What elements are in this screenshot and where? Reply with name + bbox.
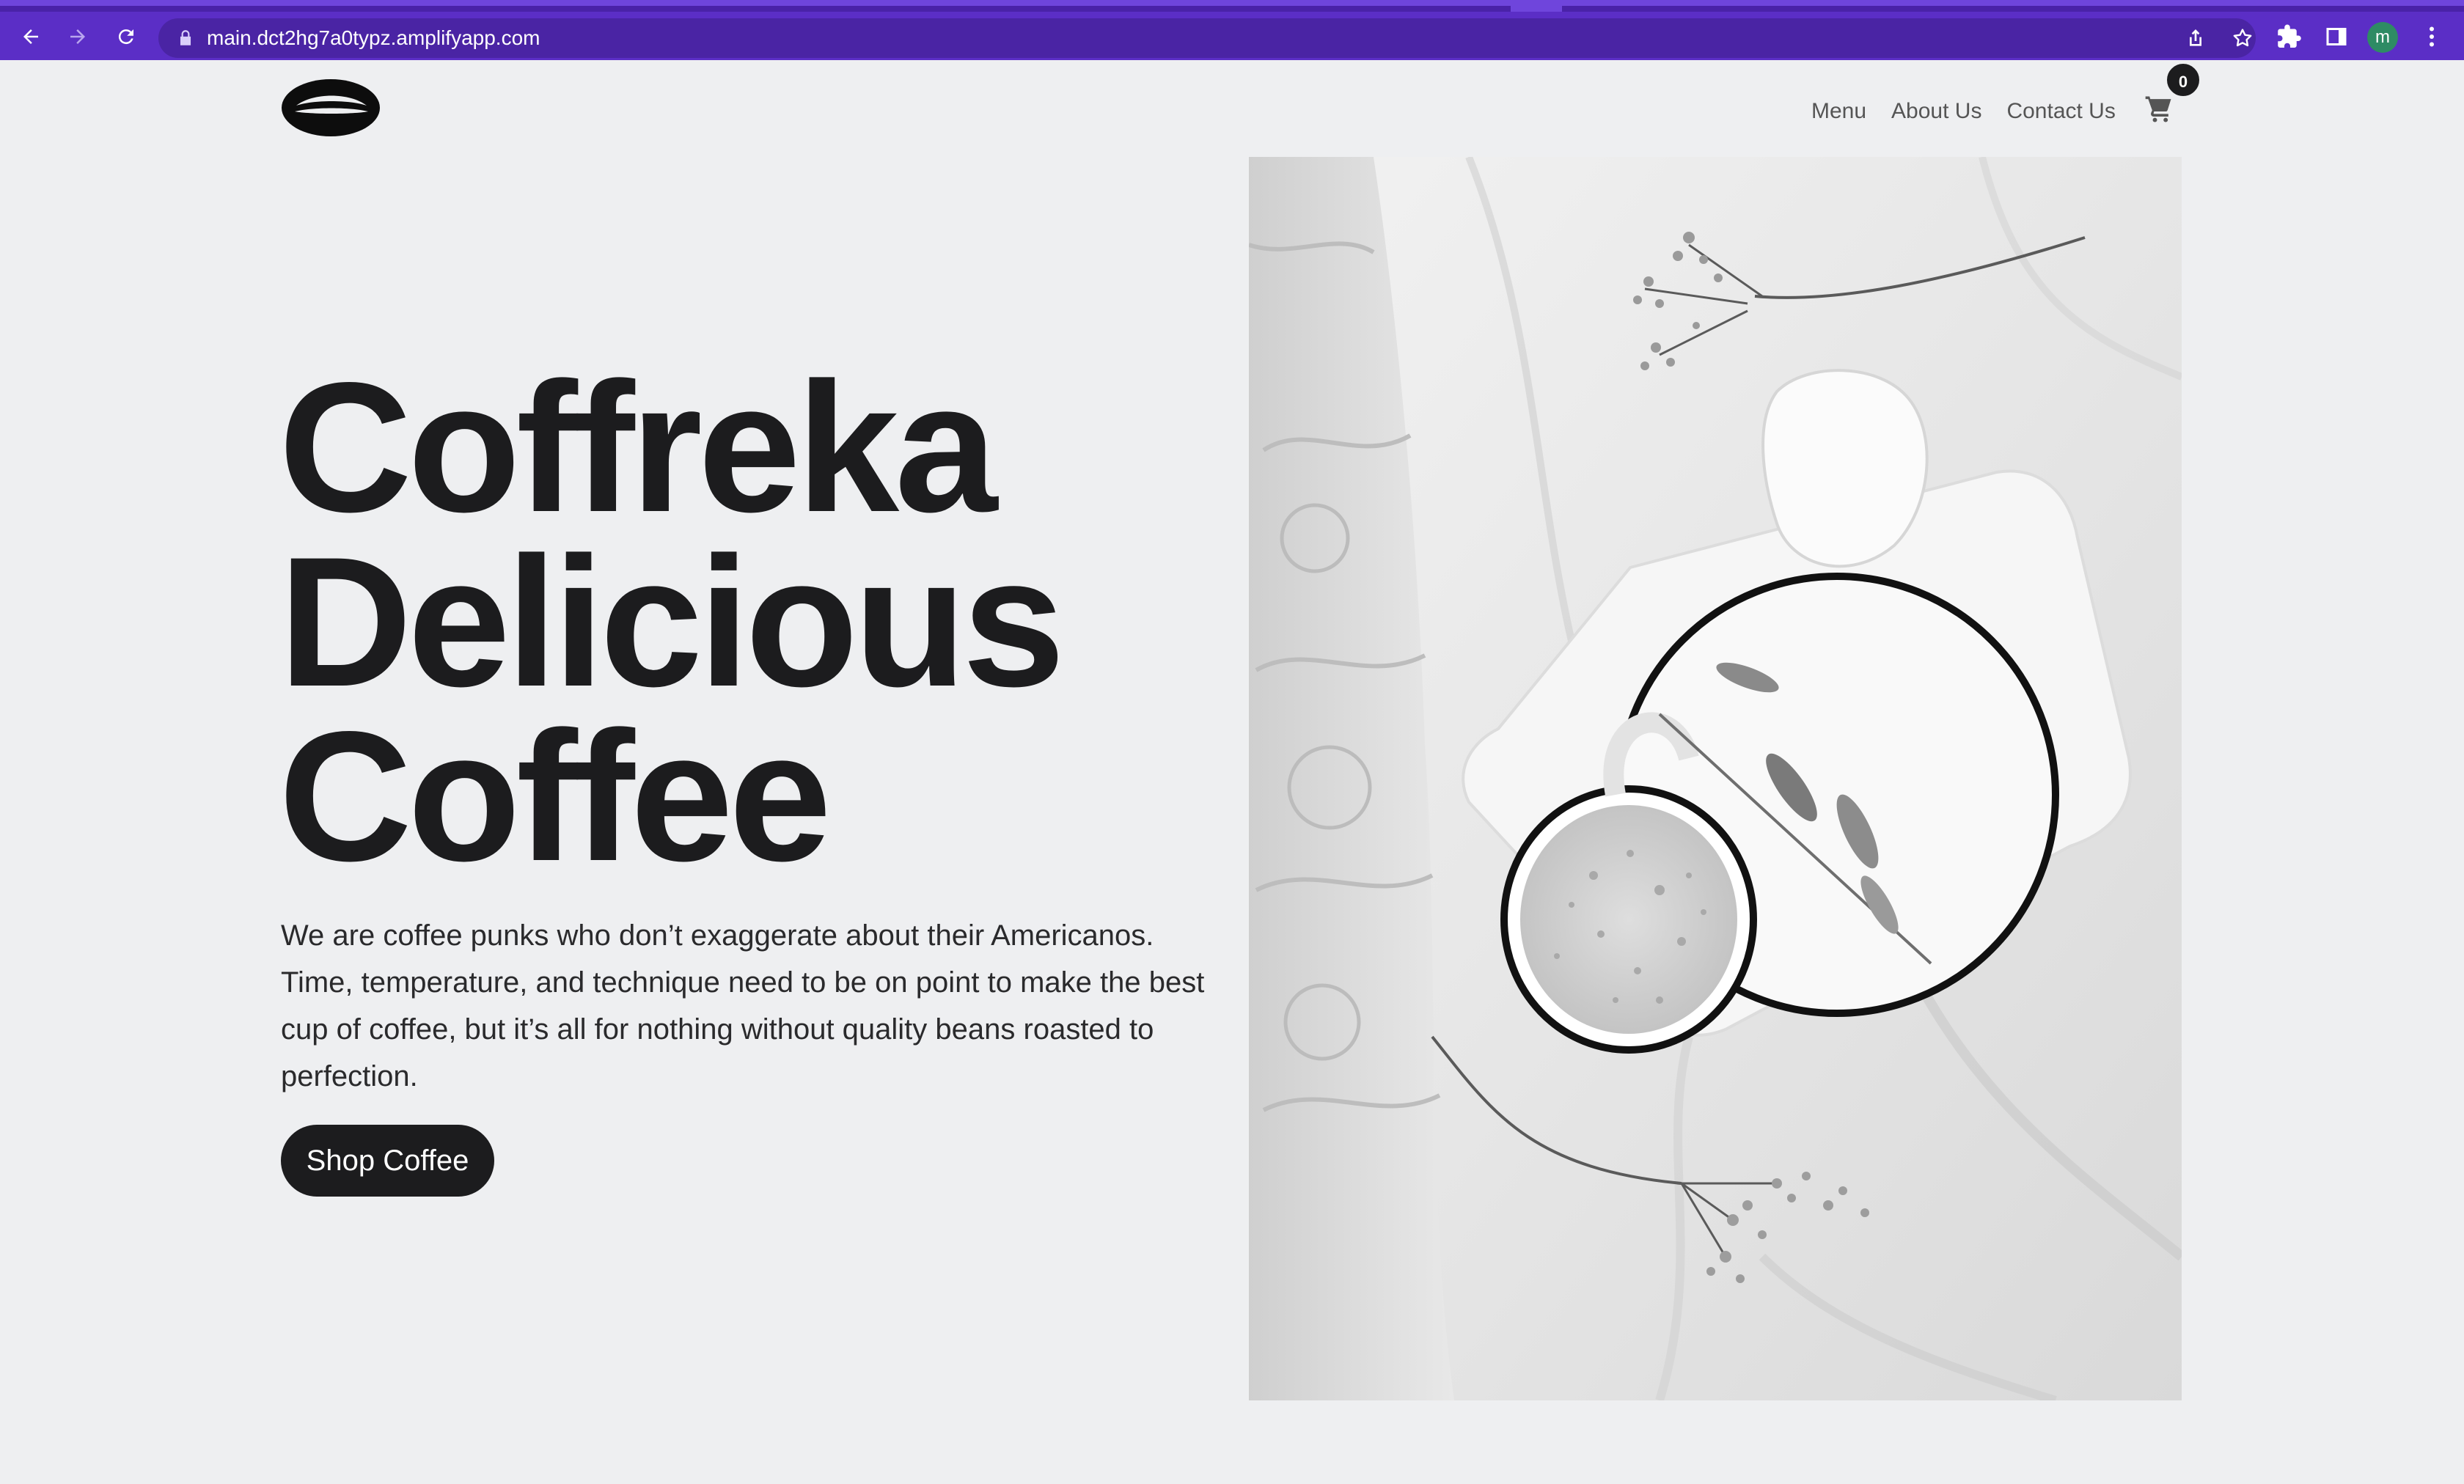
nav-contact-link[interactable]: Contact Us	[2006, 99, 2115, 124]
hero-title: Coffreka Delicious Coffee	[279, 345, 1232, 900]
back-arrow-icon[interactable]	[16, 22, 45, 51]
lock-icon	[180, 30, 191, 45]
forward-arrow-icon[interactable]	[63, 22, 92, 51]
coffee-bean-logo-icon[interactable]	[280, 78, 381, 138]
cart-icon[interactable]	[2143, 92, 2175, 125]
side-panel-icon[interactable]	[2323, 23, 2350, 50]
hero-title-line: Delicious	[279, 519, 1065, 725]
nav-about-link[interactable]: About Us	[1891, 99, 1981, 124]
more-vert-icon[interactable]	[2419, 23, 2445, 50]
cart-count-badge: 0	[2165, 62, 2201, 98]
hero-description: We are coffee punks who don’t exaggerate…	[281, 919, 1205, 1092]
hero-photo	[1249, 157, 2182, 1400]
profile-avatar[interactable]: m	[2367, 22, 2398, 53]
nav-menu-link[interactable]: Menu	[1811, 99, 1866, 124]
star-icon[interactable]	[2231, 26, 2254, 50]
shop-coffee-button[interactable]: Shop Coffee	[281, 1125, 494, 1197]
hero-title-line: Coffreka	[279, 345, 997, 551]
coffee-cup-on-bedsheet-photo	[1249, 157, 2182, 1400]
browser-toolbar: main.dct2hg7a0typz.amplifyapp.com m	[0, 0, 2464, 60]
address-bar[interactable]: main.dct2hg7a0typz.amplifyapp.com	[158, 18, 2256, 58]
extensions-icon[interactable]	[2276, 23, 2303, 50]
reload-icon[interactable]	[111, 22, 141, 51]
main-nav: Menu About Us Contact Us	[1811, 89, 2141, 133]
hero-title-line: Coffee	[279, 694, 832, 900]
share-icon[interactable]	[2184, 26, 2207, 50]
url-text[interactable]: main.dct2hg7a0typz.amplifyapp.com	[207, 18, 540, 58]
tab-strip	[0, 6, 2464, 12]
page-content: Menu About Us Contact Us 0 Coffreka Deli…	[0, 60, 2464, 1484]
active-tab-indicator	[1511, 6, 1562, 12]
